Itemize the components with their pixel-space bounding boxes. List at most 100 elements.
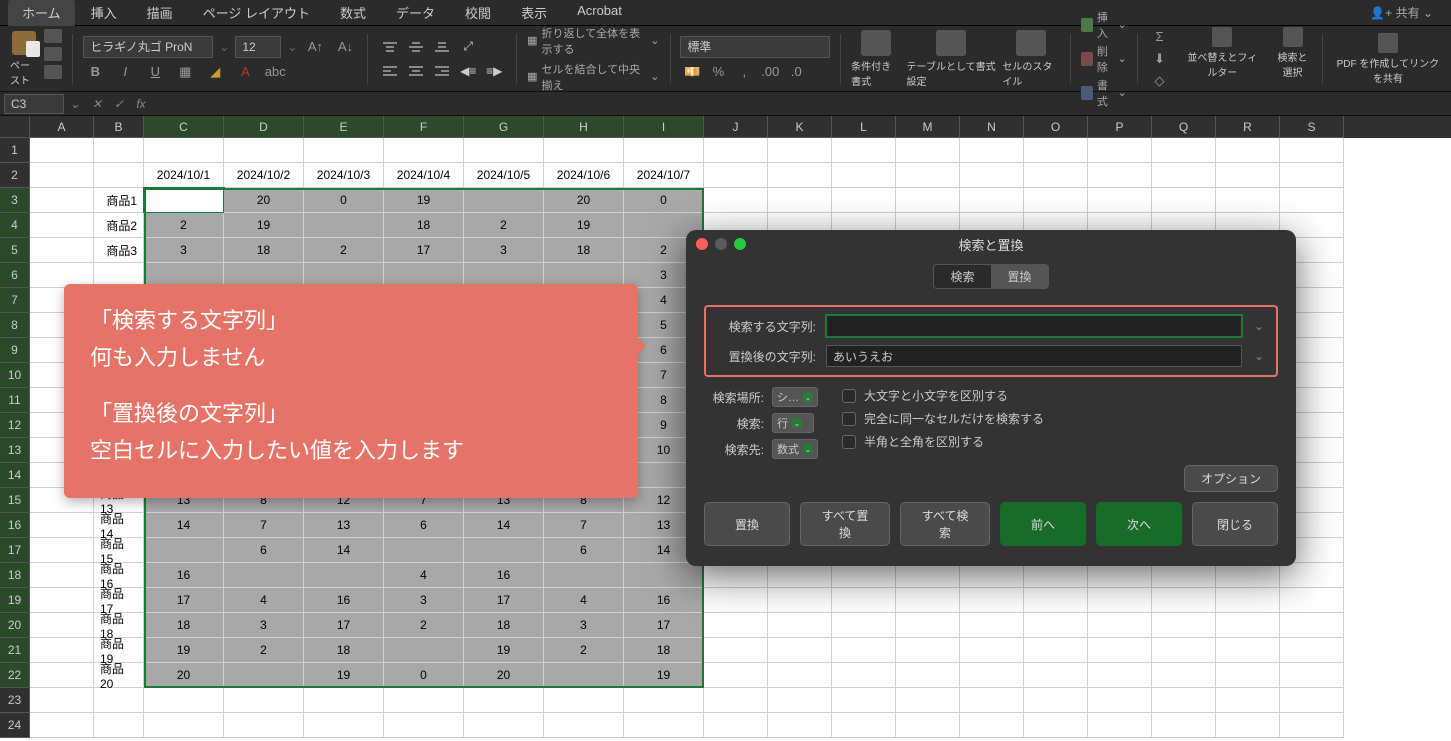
cell[interactable] <box>1152 638 1216 663</box>
col-header-L[interactable]: L <box>832 116 896 138</box>
cell[interactable]: 17 <box>624 613 704 638</box>
menu-挿入[interactable]: 挿入 <box>77 0 131 26</box>
align-middle-button[interactable] <box>404 37 428 57</box>
cell[interactable] <box>1216 188 1280 213</box>
cell[interactable]: 19 <box>464 638 544 663</box>
cell[interactable] <box>544 663 624 688</box>
menu-ページ レイアウト[interactable]: ページ レイアウト <box>189 0 324 26</box>
cell[interactable] <box>1152 663 1216 688</box>
cell[interactable] <box>832 688 896 713</box>
cell[interactable]: 19 <box>224 213 304 238</box>
cell[interactable] <box>1088 613 1152 638</box>
cell[interactable] <box>1152 713 1216 738</box>
formula-input[interactable] <box>152 94 1451 114</box>
cell[interactable] <box>1088 563 1152 588</box>
col-header-O[interactable]: O <box>1024 116 1088 138</box>
cell[interactable] <box>544 563 624 588</box>
cell[interactable] <box>832 713 896 738</box>
cell[interactable] <box>1088 163 1152 188</box>
cell[interactable] <box>896 138 960 163</box>
cell[interactable]: 20 <box>464 663 544 688</box>
cell[interactable] <box>1088 663 1152 688</box>
cell[interactable] <box>896 638 960 663</box>
cell[interactable] <box>768 613 832 638</box>
cell[interactable] <box>94 713 144 738</box>
menu-Acrobat[interactable]: Acrobat <box>563 0 636 26</box>
cell[interactable] <box>224 563 304 588</box>
cell[interactable] <box>304 713 384 738</box>
cell[interactable] <box>30 138 94 163</box>
border-button[interactable]: ▦ <box>173 62 197 82</box>
row-header-17[interactable]: 17 <box>0 538 30 563</box>
cell[interactable] <box>304 213 384 238</box>
increase-font-icon[interactable]: A↑ <box>303 37 327 57</box>
match-width-checkbox[interactable] <box>842 435 856 449</box>
prev-button[interactable]: 前へ <box>1000 502 1086 546</box>
cell[interactable] <box>832 163 896 188</box>
cell[interactable] <box>704 713 768 738</box>
wrap-text-button[interactable]: ▦ 折り返して全体を表示する ⌄ <box>527 25 659 57</box>
cell[interactable]: 2024/10/7 <box>624 163 704 188</box>
cell[interactable]: 14 <box>464 513 544 538</box>
cell[interactable]: 3 <box>544 613 624 638</box>
cell[interactable]: 商品3 <box>94 238 144 263</box>
cell[interactable] <box>544 688 624 713</box>
cell[interactable] <box>30 613 94 638</box>
cell[interactable] <box>704 663 768 688</box>
cell[interactable]: 6 <box>224 538 304 563</box>
col-header-A[interactable]: A <box>30 116 94 138</box>
bold-button[interactable]: B <box>83 62 107 82</box>
cell[interactable] <box>464 188 544 213</box>
underline-button[interactable]: U <box>143 62 167 82</box>
cell[interactable] <box>768 138 832 163</box>
format-table-button[interactable]: テーブルとして書式設定 <box>907 30 997 88</box>
cell[interactable]: 16 <box>144 563 224 588</box>
align-right-button[interactable] <box>430 61 454 81</box>
row-header-11[interactable]: 11 <box>0 388 30 413</box>
cell[interactable] <box>30 513 94 538</box>
cell[interactable] <box>30 188 94 213</box>
cell[interactable] <box>30 238 94 263</box>
font-color-button[interactable]: A <box>233 62 257 82</box>
row-header-19[interactable]: 19 <box>0 588 30 613</box>
cell[interactable] <box>94 138 144 163</box>
tab-search[interactable]: 検索 <box>933 264 991 289</box>
cell[interactable] <box>464 538 544 563</box>
cell[interactable]: 4 <box>224 588 304 613</box>
cell[interactable] <box>30 713 94 738</box>
search-target-select[interactable]: 数式⌄ <box>772 439 818 459</box>
cell[interactable] <box>960 713 1024 738</box>
row-header-24[interactable]: 24 <box>0 713 30 738</box>
cell[interactable] <box>384 688 464 713</box>
cell[interactable] <box>704 188 768 213</box>
cell[interactable]: 16 <box>624 588 704 613</box>
cell[interactable]: 2 <box>384 613 464 638</box>
search-direction-select[interactable]: 行⌄ <box>772 413 814 433</box>
share-button[interactable]: 👤+ 共有 ⌄ <box>1370 4 1443 21</box>
cell[interactable] <box>704 613 768 638</box>
percent-button[interactable]: % <box>706 62 730 82</box>
cell[interactable] <box>1216 613 1280 638</box>
cell[interactable] <box>1216 663 1280 688</box>
tab-replace[interactable]: 置換 <box>992 264 1049 289</box>
col-header-P[interactable]: P <box>1088 116 1152 138</box>
cell[interactable] <box>896 188 960 213</box>
cell[interactable] <box>704 163 768 188</box>
row-header-9[interactable]: 9 <box>0 338 30 363</box>
menu-データ[interactable]: データ <box>382 0 449 26</box>
cell[interactable] <box>1024 638 1088 663</box>
cell[interactable]: 18 <box>224 238 304 263</box>
cell[interactable] <box>1152 688 1216 713</box>
cell[interactable] <box>960 663 1024 688</box>
cell[interactable] <box>896 588 960 613</box>
close-window-icon[interactable] <box>696 238 708 250</box>
row-header-21[interactable]: 21 <box>0 638 30 663</box>
menu-描画[interactable]: 描画 <box>133 0 187 26</box>
next-button[interactable]: 次へ <box>1096 502 1182 546</box>
cell[interactable] <box>1088 188 1152 213</box>
cell[interactable]: 4 <box>544 588 624 613</box>
cell[interactable]: 19 <box>624 663 704 688</box>
cell[interactable] <box>1280 713 1344 738</box>
cell[interactable]: 19 <box>144 638 224 663</box>
col-header-S[interactable]: S <box>1280 116 1344 138</box>
